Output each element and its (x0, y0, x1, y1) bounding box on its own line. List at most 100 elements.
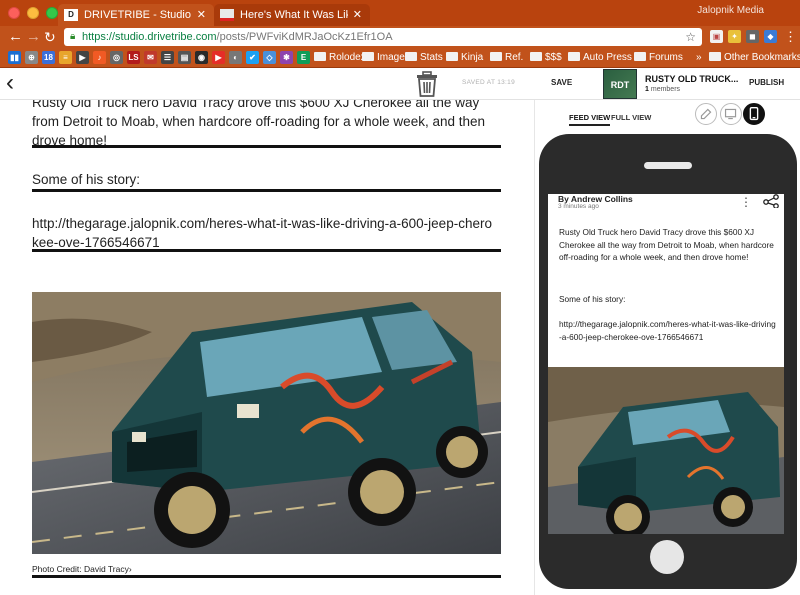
trello-bookmark-icon[interactable]: ▮▮ (8, 51, 21, 64)
folder-icon (405, 52, 417, 61)
extension-icon[interactable]: ▣ (710, 30, 723, 43)
other-bookmarks-folder[interactable]: Other Bookmarks (709, 48, 800, 67)
editor-paragraph[interactable]: Some of his story: (32, 170, 502, 189)
bookmark-icon[interactable]: ≡ (59, 51, 72, 64)
post-editor: Rusty Old Truck hero David Tracy drove t… (0, 100, 534, 595)
extension-icon[interactable]: ◆ (764, 30, 777, 43)
back-arrow-icon[interactable]: ← (8, 27, 23, 47)
folder-icon (446, 52, 458, 61)
phone-screen: By Andrew Collins 3 minutes ago ⋮ Rusty … (548, 194, 784, 534)
browser-profile-name[interactable]: Jalopnik Media (697, 5, 764, 16)
browser-tab-drivetribe[interactable]: D DRIVETRIBE - Studio ✕ (58, 4, 214, 26)
youtube-bookmark-icon[interactable]: ▶ (212, 51, 225, 64)
paragraph-divider (32, 145, 501, 148)
window-close-button[interactable] (8, 7, 20, 19)
calendar-bookmark-icon[interactable]: 18 (42, 51, 55, 64)
browser-menu-icon[interactable]: ⋮ (784, 27, 797, 47)
phone-speaker (644, 162, 692, 169)
url-path: /posts/PWFviKdMRJaOcKz1Efr1OA (216, 31, 393, 43)
address-bar[interactable]: 🔒︎ https://studio.drivetribe.com/posts/P… (64, 28, 702, 46)
folder-icon (709, 52, 721, 61)
tab-full-view[interactable]: FULL VIEW (611, 113, 651, 122)
phone-home-button (650, 540, 684, 574)
bookmark-folder-images[interactable]: Images (362, 48, 410, 67)
publish-button[interactable]: PUBLISH (749, 78, 784, 87)
drivetribe-favicon-icon: D (64, 9, 78, 21)
window-minimize-button[interactable] (27, 7, 39, 19)
ls-bookmark-icon[interactable]: LS (127, 51, 140, 64)
tribe-thumbnail[interactable]: RDT (603, 69, 637, 99)
lock-icon: 🔒︎ (70, 31, 76, 42)
browser-tab-jalopnik[interactable]: Here's What It Was Like Driving ✕ (214, 4, 370, 26)
bookmark-icon[interactable]: ☰ (161, 51, 174, 64)
url-host: https://studio.drivetribe.com (82, 31, 217, 43)
tab-close-icon[interactable]: ✕ (353, 4, 362, 26)
jeep-cherokee-photo[interactable] (32, 292, 501, 554)
post-time-ago: 3 minutes ago (558, 203, 599, 210)
extension-icon[interactable]: ✦ (728, 30, 741, 43)
folder-icon (362, 52, 374, 61)
preview-paragraph: Rusty Old Truck hero David Tracy drove t… (559, 227, 774, 262)
bookmark-icon[interactable]: ◇ (263, 51, 276, 64)
sheets-bookmark-icon[interactable]: E (297, 51, 310, 64)
forward-arrow-icon[interactable]: → (26, 27, 41, 47)
preview-jeep-photo (548, 367, 784, 534)
bookmark-folder-forums[interactable]: Forums (634, 48, 683, 67)
save-button[interactable]: SAVE (551, 78, 572, 87)
bookmark-folder-money[interactable]: $$$ (530, 48, 562, 67)
paragraph-divider (32, 189, 501, 192)
desktop-icon (724, 108, 737, 120)
bookmarks-overflow-button[interactable]: » (696, 48, 702, 67)
bookmark-icon[interactable]: ◎ (110, 51, 123, 64)
bookmark-star-icon[interactable]: ☆ (685, 28, 696, 46)
paragraph-divider (32, 249, 501, 252)
tab-title: Here's What It Was Like Driving (240, 9, 348, 21)
preview-paragraph: Some of his story: (559, 294, 626, 304)
bookmark-icon[interactable]: ◉ (195, 51, 208, 64)
photo-credit[interactable]: Photo Credit: David Tracy› (32, 564, 132, 574)
bookmark-icon[interactable]: ♪ (93, 51, 106, 64)
tab-close-icon[interactable]: ✕ (197, 4, 206, 26)
back-button[interactable]: ‹ (6, 71, 14, 95)
bookmark-folder-ref[interactable]: Ref. (490, 48, 523, 67)
preview-link[interactable]: http://thegarage.jalopnik.com/heres-what… (559, 318, 777, 343)
bookmarks-bar: ▮▮ ⊕ 18 ≡ ▶ ♪ ◎ LS ✉ ☰ ▤ ◉ ▶ ◐ ✔ ◇ ✱ E R… (0, 48, 800, 68)
editor-link-paragraph[interactable]: http://thegarage.jalopnik.com/heres-what… (32, 214, 492, 252)
bookmark-icon[interactable]: ✱ (280, 51, 293, 64)
folder-icon (490, 52, 502, 61)
trash-icon[interactable] (416, 71, 438, 97)
tab-feed-view[interactable]: FEED VIEW (569, 113, 611, 126)
bookmark-folder-rolodex[interactable]: Rolodex (314, 48, 366, 67)
paragraph-divider (32, 575, 501, 578)
extension-icon[interactable]: ◼ (746, 30, 759, 43)
mobile-icon (749, 106, 759, 121)
editor-paragraph[interactable]: Rusty Old Truck hero David Tracy drove t… (32, 100, 502, 150)
bookmark-icon[interactable]: ▶ (76, 51, 89, 64)
pencil-mode-button[interactable] (695, 103, 717, 125)
bookmark-folder-stats[interactable]: Stats (405, 48, 443, 67)
bookmark-icon[interactable]: ▤ (178, 51, 191, 64)
mobile-preview-button[interactable] (743, 103, 765, 125)
bookmark-folder-kinja[interactable]: Kinja (446, 48, 483, 67)
folder-icon (314, 52, 326, 61)
mobile-phone-frame: By Andrew Collins 3 minutes ago ⋮ Rusty … (539, 134, 797, 589)
preview-pane: FEED VIEW FULL VIEW By Andrew Collins 3 … (535, 100, 800, 595)
bookmark-icon[interactable]: ✉ (144, 51, 157, 64)
reload-icon[interactable]: ↻ (44, 27, 56, 47)
folder-icon (568, 52, 580, 61)
saved-status: SAVED AT 13:19 (462, 79, 515, 86)
share-icon[interactable] (762, 194, 780, 208)
desktop-preview-button[interactable] (720, 103, 742, 125)
folder-icon (634, 52, 646, 61)
bookmark-icon[interactable]: ⊕ (25, 51, 38, 64)
more-options-icon[interactable]: ⋮ (740, 195, 752, 209)
tribe-member-count: 1 members (645, 86, 681, 93)
bookmark-icon[interactable]: ◐ (229, 51, 242, 64)
twitter-bookmark-icon[interactable]: ✔ (246, 51, 259, 64)
jalopnik-favicon-icon (220, 9, 234, 21)
studio-toolbar: ‹ SAVED AT 13:19 SAVE RDT RUSTY OLD TRUC… (0, 68, 800, 100)
tribe-name[interactable]: RUSTY OLD TRUCK... (645, 74, 738, 84)
window-zoom-button[interactable] (46, 7, 58, 19)
bookmark-folder-auto-press[interactable]: Auto Press (568, 48, 632, 67)
pencil-icon (700, 108, 712, 120)
